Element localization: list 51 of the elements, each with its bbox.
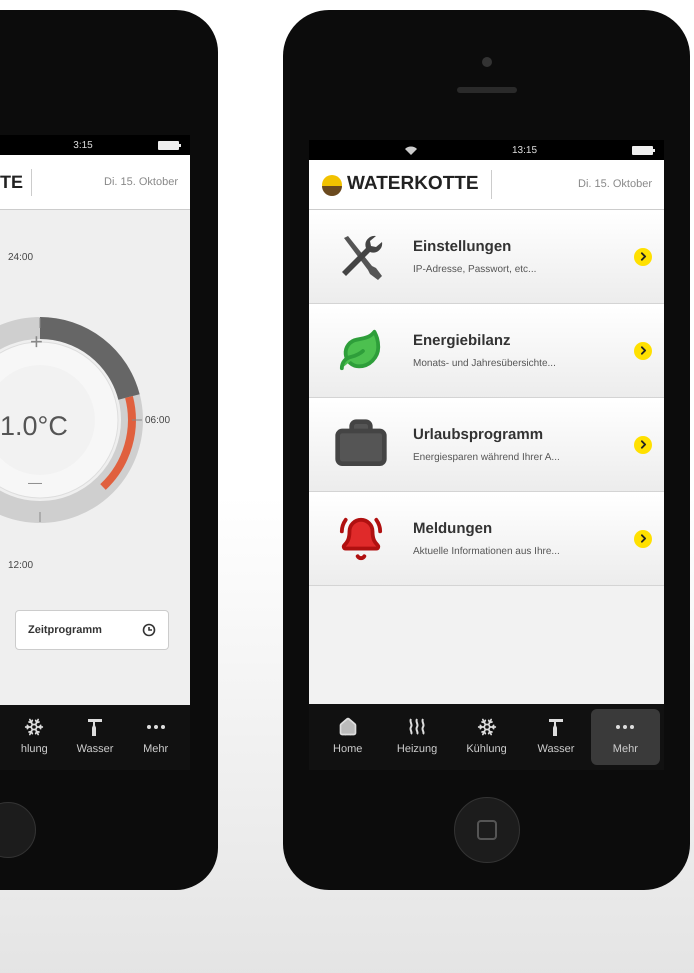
menu-item-subtitle: IP-Adresse, Passwort, etc... [413,263,538,278]
status-time: 13:15 [512,144,538,158]
menu-item-title: Meldungen [413,518,494,539]
wifi-icon [405,146,417,154]
home-icon [338,716,358,737]
square-icon [476,820,496,840]
front-camera [482,57,492,67]
snowflake-icon [24,717,44,738]
tab-bar-item[interactable]: hlung [4,710,65,766]
clock-icon [142,623,156,637]
snowflake-icon [476,716,497,737]
schedule-button[interactable]: Zeitprogramm [15,610,169,650]
tab-bar-item[interactable]: Mehr [590,709,660,765]
menu-item[interactable]: Einstellungen IP-Adresse, Passwort, etc... [309,210,664,304]
battery-icon [632,146,656,154]
menu-item-title: Urlaubsprogramm [413,424,544,445]
logo-icon [321,174,343,196]
status-time: 3:15 [73,138,93,152]
faucet-icon [86,717,104,738]
chevron-icon [634,248,652,266]
chevron-icon [634,436,652,454]
chevron-icon [634,342,652,360]
dial-label: 06:00 [145,414,170,428]
tab-bar-item[interactable]: Kühlung [452,709,522,765]
header-date: Di. 15. Oktober [104,174,178,190]
tab-bar-item[interactable]: Mehr [125,710,186,766]
dial-label: 12:00 [8,559,34,573]
chevron-icon [634,530,652,548]
menu-item[interactable]: Meldungen Aktuelle Informationen aus Ihre... [309,492,664,586]
menu-item[interactable]: Energiebilanz Monats- und Jahresübersichte... [309,304,664,398]
more-icon [616,724,634,729]
menu-item[interactable]: Urlaubsprogramm Energiesparen während Ihrer A... [309,398,664,492]
menu-item-title: Energiebilanz [413,330,512,351]
bell-icon [338,516,384,562]
menu-item-subtitle: Energiesparen während Ihrer A... [413,451,561,466]
menu-item-subtitle: Aktuelle Informationen aus Ihre... [413,545,561,560]
tab-bar-item[interactable]: Home [313,709,382,765]
dial-label: 24:00 [8,251,34,265]
logo-text: WATERKOTTE [347,170,492,199]
battery-icon [158,140,182,150]
menu-item-title: Einstellungen [413,236,512,257]
menu-item-subtitle: Monats- und Jahresübersichte... [413,357,557,372]
tab-bar-item[interactable]: Heizung [382,709,452,765]
logo-text: TE [0,168,32,196]
speaker-grille [456,87,516,93]
more-icon [146,725,165,730]
temperature-value: 1.0°C [0,410,68,443]
faucet-icon [546,716,565,737]
tab-bar-item[interactable]: Wasser [521,709,591,765]
header-date: Di. 15. Oktober [578,177,652,192]
tab-bar-item[interactable]: Wasser [64,710,126,766]
